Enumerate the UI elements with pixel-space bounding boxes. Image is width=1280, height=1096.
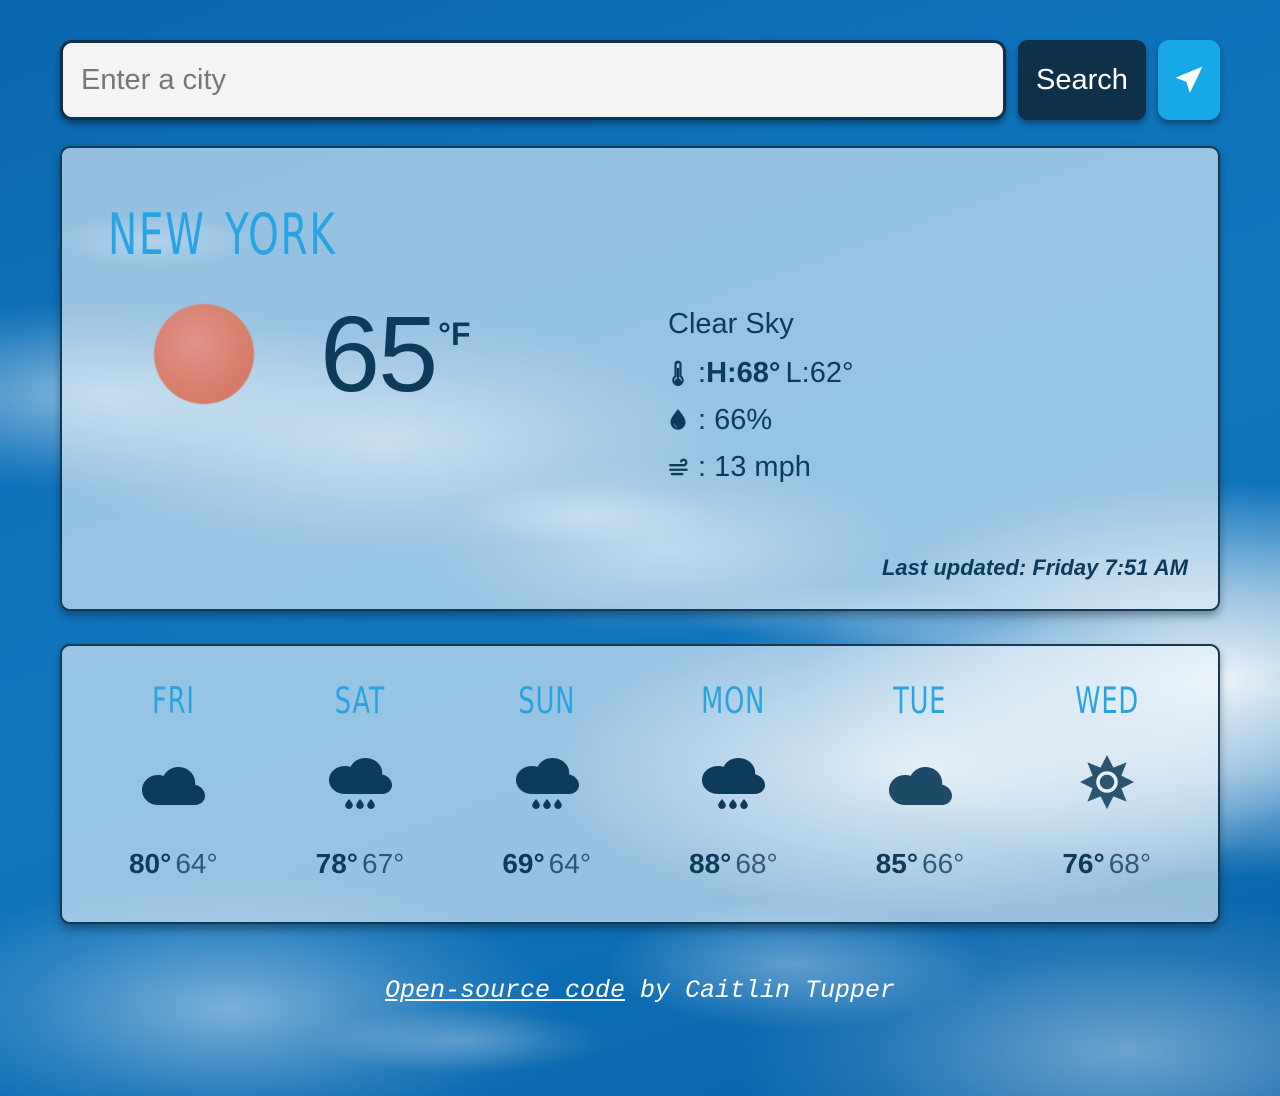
forecast-day-name: Sun bbox=[518, 666, 576, 726]
high-low-separator: : bbox=[698, 357, 707, 390]
forecast-day-temps: 76° 68° bbox=[1062, 848, 1151, 880]
forecast-day: Sat 78° 67° bbox=[267, 666, 454, 902]
footer-author: by Caitlin Tupper bbox=[625, 976, 896, 1005]
forecast-day-name: Tue bbox=[893, 666, 947, 726]
forecast-day: Mon 88° 68° bbox=[640, 666, 827, 902]
forecast-card: Fri 80° 64° Sat 78° 67° bbox=[60, 644, 1220, 924]
footer: Open-source code by Caitlin Tupper bbox=[60, 976, 1220, 1005]
search-bar: Search bbox=[60, 40, 1220, 120]
forecast-high: 85° bbox=[875, 848, 919, 879]
forecast-high: 78° bbox=[315, 848, 358, 879]
forecast-day-temps: 69° 64° bbox=[502, 848, 591, 880]
humidity-line: : 66% bbox=[668, 404, 854, 437]
forecast-day-name: Wed bbox=[1074, 666, 1139, 726]
rain-cloud-icon bbox=[325, 750, 395, 820]
forecast-day: Tue 85° 66° bbox=[827, 666, 1014, 902]
cloud-icon bbox=[138, 750, 208, 820]
forecast-day-temps: 78° 67° bbox=[316, 848, 405, 880]
search-button[interactable]: Search bbox=[1018, 40, 1146, 120]
humidity-value: : 66% bbox=[698, 404, 773, 437]
forecast-low: 68° bbox=[1108, 848, 1152, 879]
weather-app: Search New York 65 °F Clear bbox=[0, 0, 1280, 1096]
forecast-day-name: Sat bbox=[334, 666, 386, 726]
rain-cloud-icon bbox=[698, 750, 768, 820]
navigation-arrow-icon bbox=[1171, 62, 1207, 98]
condition-text: Clear Sky bbox=[668, 308, 794, 341]
forecast-high: 80° bbox=[128, 848, 172, 879]
forecast-day-name: Fri bbox=[151, 666, 195, 726]
high-low-line: : H:68° L:62° bbox=[668, 357, 854, 390]
rain-cloud-icon bbox=[512, 750, 582, 820]
current-details: Clear Sky : H:68° L:62°: 66%: 13 mph bbox=[668, 304, 854, 498]
forecast-high: 69° bbox=[502, 848, 545, 879]
current-weather-body: 65 °F Clear Sky : H:68° L:62°: 66%: 13… bbox=[108, 293, 1172, 498]
temperature-unit: °F bbox=[438, 316, 471, 353]
temperature-value: 65 bbox=[320, 293, 438, 415]
city-name: New York bbox=[108, 177, 337, 274]
forecast-high: 76° bbox=[1062, 848, 1105, 879]
geolocation-button[interactable] bbox=[1158, 40, 1220, 120]
sun-disc-icon bbox=[154, 304, 254, 405]
current-primary: 65 °F bbox=[108, 293, 668, 415]
forecast-day-name: Mon bbox=[701, 666, 766, 726]
forecast-day-temps: 80° 64° bbox=[129, 848, 218, 880]
forecast-day: Fri 80° 64° bbox=[80, 666, 267, 902]
forecast-day-temps: 88° 68° bbox=[689, 848, 778, 880]
water-drop-icon bbox=[668, 406, 698, 436]
sun-icon bbox=[1076, 750, 1138, 820]
cloud-icon bbox=[885, 750, 955, 820]
current-temperature: 65 °F bbox=[320, 293, 471, 415]
low-temperature: L:62° bbox=[785, 357, 854, 390]
thermometer-icon bbox=[668, 359, 698, 389]
current-weather-card: New York 65 °F Clear Sky bbox=[60, 146, 1220, 611]
wind-line: : 13 mph bbox=[668, 451, 854, 484]
wind-icon bbox=[668, 453, 698, 483]
open-source-link[interactable]: Open-source code bbox=[385, 976, 625, 1005]
forecast-high: 88° bbox=[689, 848, 732, 879]
forecast-low: 66° bbox=[922, 848, 965, 879]
last-updated-text: Last updated: Friday 7:51 AM bbox=[881, 555, 1188, 580]
wind-value: : 13 mph bbox=[698, 451, 811, 484]
high-temperature: H:68° bbox=[706, 357, 781, 390]
forecast-day: Sun 69° 64° bbox=[453, 666, 640, 902]
forecast-low: 68° bbox=[735, 848, 778, 879]
forecast-low: 67° bbox=[362, 848, 405, 879]
forecast-low: 64° bbox=[175, 848, 218, 879]
forecast-day-temps: 85° 66° bbox=[876, 848, 965, 880]
forecast-low: 64° bbox=[548, 848, 592, 879]
forecast-day: Wed 76° 68° bbox=[1013, 666, 1200, 902]
city-search-input[interactable] bbox=[60, 40, 1006, 120]
